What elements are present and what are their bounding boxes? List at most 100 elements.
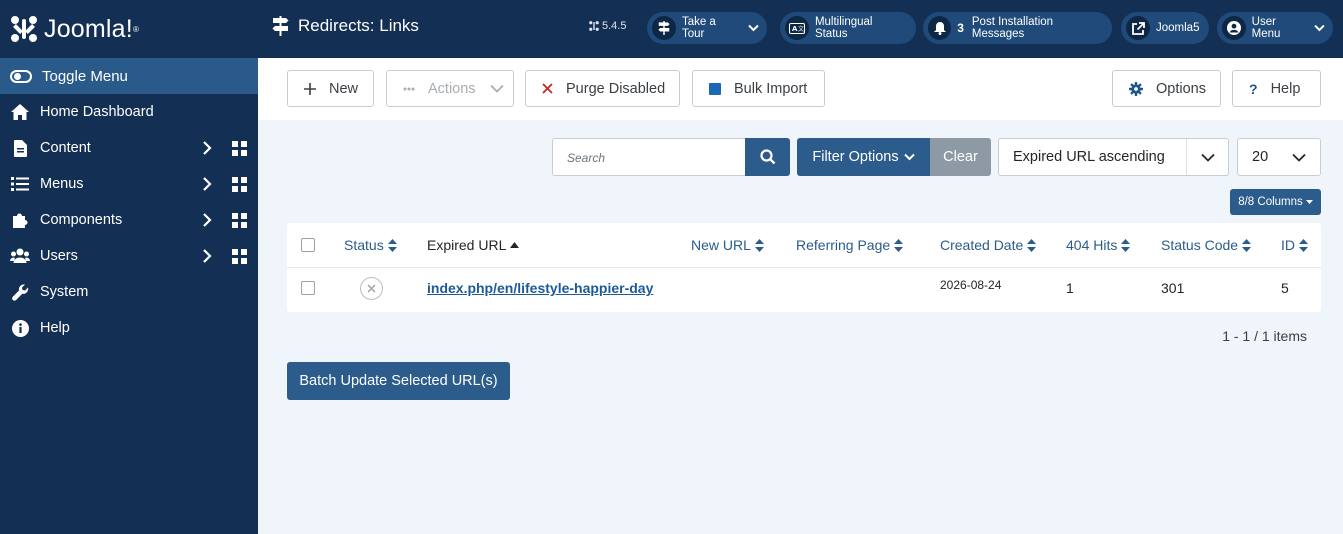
expired-url-link[interactable]: index.php/en/lifestyle-happier-day — [427, 278, 653, 298]
ordering-value: Expired URL ascending — [1013, 149, 1165, 165]
help-button[interactable]: ? Help — [1232, 70, 1321, 107]
ellipsis-icon — [403, 87, 415, 91]
sidebar-item-label: Content — [40, 140, 91, 156]
bell-icon — [928, 16, 952, 40]
created-date-cell: 2026-08-24 — [940, 278, 1002, 292]
options-button[interactable]: Options — [1112, 70, 1221, 107]
site-name-label: Joomla5 — [1156, 22, 1200, 34]
chevron-down-icon — [1186, 139, 1228, 175]
search-button[interactable] — [745, 138, 790, 176]
batch-update-button[interactable]: Batch Update Selected URL(s) — [287, 362, 510, 400]
status-toggle-button[interactable] — [360, 277, 383, 300]
chevron-right-icon[interactable] — [202, 176, 212, 192]
bulk-import-button[interactable]: Bulk Import — [692, 70, 825, 107]
column-header-id[interactable]: ID — [1281, 235, 1308, 255]
column-header-new-url[interactable]: New URL — [691, 235, 764, 255]
column-header-label: Status — [344, 237, 384, 253]
gear-icon — [1129, 81, 1143, 96]
sidebar-item-system[interactable]: System — [0, 274, 258, 310]
filter-options-button[interactable]: Filter Options — [797, 138, 930, 176]
search-input[interactable]: Search — [552, 138, 746, 176]
sidebar-item-menus[interactable]: Menus — [0, 166, 258, 202]
sidebar-item-content[interactable]: Content — [0, 130, 258, 166]
joomla-logo-icon — [11, 16, 37, 42]
sort-icon — [1242, 238, 1252, 252]
row-checkbox[interactable] — [301, 281, 315, 295]
new-label: New — [329, 80, 359, 97]
sort-ascending-icon — [510, 242, 520, 248]
home-icon — [10, 102, 30, 122]
page-title-text: Redirects: Links — [298, 16, 419, 35]
limit-value: 20 — [1252, 149, 1269, 165]
chevron-right-icon[interactable] — [202, 140, 212, 156]
column-header-status[interactable]: Status — [344, 235, 397, 255]
sidebar-item-home-dashboard[interactable]: Home Dashboard — [0, 94, 258, 130]
toggle-menu-button[interactable]: Toggle Menu — [0, 58, 258, 94]
ordering-select[interactable]: Expired URL ascending — [998, 138, 1229, 176]
column-header-label: New URL — [691, 237, 751, 253]
column-header-expired-url[interactable]: Expired URL — [427, 235, 520, 255]
page-title: Redirects: Links — [272, 16, 419, 36]
select-all-checkbox[interactable] — [301, 238, 315, 252]
post-installation-count: 3 — [957, 21, 964, 35]
columns-button[interactable]: 8/8 Columns — [1230, 189, 1321, 215]
sidebar: Joomla! ® Toggle Menu Home Dashboard Con… — [0, 0, 258, 534]
help-label: Help — [1270, 80, 1301, 97]
sidebar-item-users[interactable]: Users — [0, 238, 258, 274]
toggle-menu-label: Toggle Menu — [42, 67, 128, 85]
joomla-logo[interactable]: Joomla! ® — [0, 0, 258, 58]
file-icon — [10, 138, 30, 158]
column-header-referring-page[interactable]: Referring Page — [796, 235, 904, 255]
limit-select[interactable]: 20 — [1237, 138, 1321, 176]
joomla-small-icon — [589, 21, 599, 31]
dashboard-grid-icon[interactable] — [232, 213, 247, 228]
sort-icon — [754, 238, 764, 252]
actions-dropdown[interactable]: Actions — [386, 70, 514, 107]
chevron-down-icon — [1314, 24, 1325, 32]
new-button[interactable]: New — [287, 70, 374, 107]
dashboard-grid-icon[interactable] — [232, 249, 247, 264]
header-bar: Redirects: Links 5.4.5 Take a Tour A文 Mu… — [258, 0, 1343, 58]
purge-disabled-label: Purge Disabled — [566, 80, 666, 97]
sidebar-item-label: Components — [40, 212, 123, 228]
chevron-down-icon — [489, 84, 504, 93]
sidebar-item-components[interactable]: Components — [0, 202, 258, 238]
chevron-down-icon — [903, 153, 915, 161]
chevron-right-icon[interactable] — [202, 248, 212, 264]
filter-options-label: Filter Options — [812, 149, 899, 165]
signpost-icon — [652, 16, 676, 40]
purge-disabled-button[interactable]: Purge Disabled — [525, 70, 680, 107]
sort-icon — [1299, 238, 1308, 252]
actions-label: Actions — [428, 80, 476, 97]
options-label: Options — [1156, 80, 1206, 97]
registered-mark: ® — [132, 24, 139, 34]
multilingual-status-button[interactable]: A文 Multilingual Status — [780, 12, 916, 44]
wrench-icon — [10, 282, 30, 302]
search-icon — [759, 149, 775, 165]
clear-button[interactable]: Clear — [930, 138, 991, 176]
chevron-down-icon — [748, 24, 759, 32]
column-header-404-hits[interactable]: 404 Hits — [1066, 235, 1131, 255]
plus-icon — [304, 82, 316, 95]
column-header-status-code[interactable]: Status Code — [1161, 235, 1252, 255]
logo-text: Joomla! — [44, 14, 133, 43]
user-menu-button[interactable]: User Menu — [1217, 12, 1333, 44]
list-icon — [10, 174, 30, 194]
view-site-button[interactable]: Joomla5 — [1121, 12, 1209, 44]
take-a-tour-button[interactable]: Take a Tour — [647, 12, 767, 44]
dashboard-grid-icon[interactable] — [232, 141, 247, 156]
id-cell: 5 — [1281, 280, 1289, 296]
take-a-tour-label: Take a Tour — [681, 16, 716, 40]
column-header-created-date[interactable]: Created Date — [940, 235, 1037, 255]
dashboard-grid-icon[interactable] — [232, 177, 247, 192]
chevron-down-icon — [1278, 139, 1320, 175]
post-installation-messages-button[interactable]: 3 Post Installation Messages — [923, 12, 1112, 44]
pagination-items-count: 1 - 1 / 1 items — [1222, 328, 1307, 344]
chevron-right-icon[interactable] — [202, 212, 212, 228]
sidebar-item-help[interactable]: Help — [0, 310, 258, 346]
sort-icon — [1121, 238, 1131, 252]
square-icon — [709, 82, 721, 95]
status-code-cell: 301 — [1161, 280, 1185, 296]
users-icon — [10, 246, 30, 266]
caret-down-icon — [1305, 200, 1313, 204]
